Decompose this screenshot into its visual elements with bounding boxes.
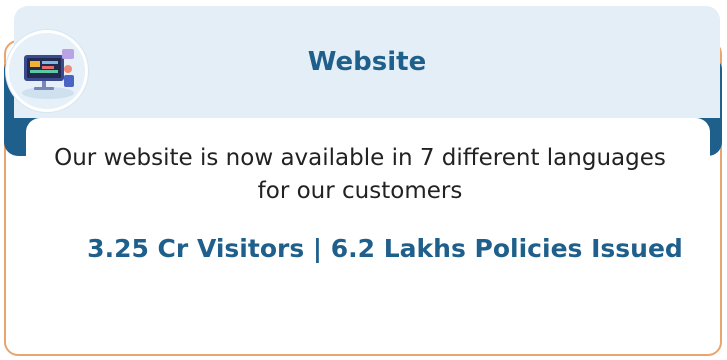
card-stats: 3.25 Cr Visitors | 6.2 Lakhs Policies Is… — [87, 234, 683, 263]
website-card: Website Our website is now available in … — [0, 0, 727, 360]
card-title: Website — [307, 47, 427, 77]
card-description: Our website is now available in 7 differ… — [54, 145, 666, 204]
monitor-illustration — [22, 49, 74, 99]
website-illustration-icon — [6, 30, 88, 112]
